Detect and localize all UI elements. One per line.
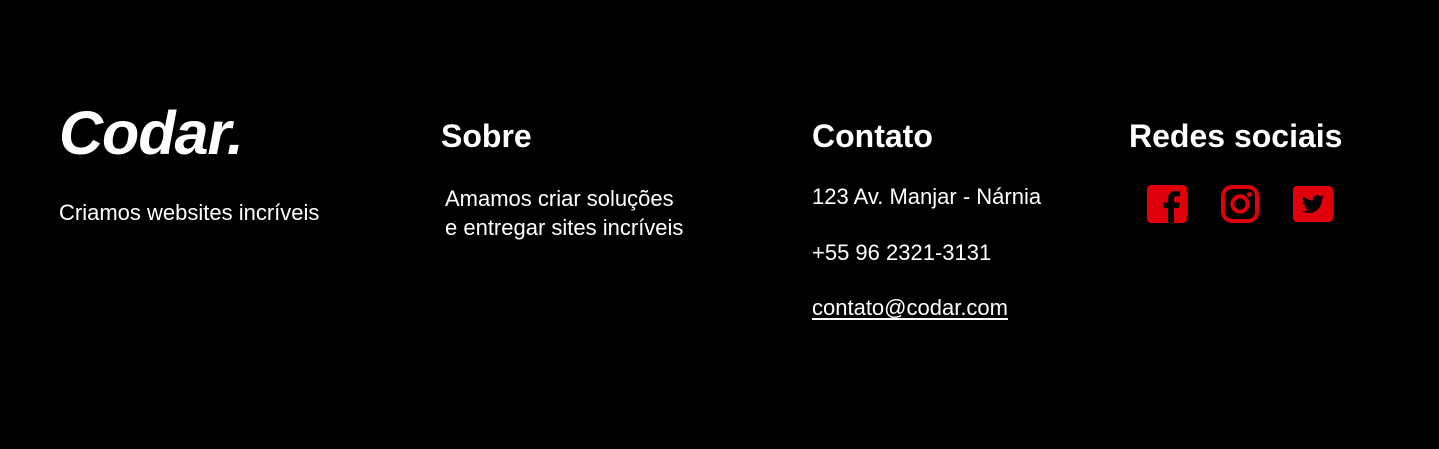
- contact-address: 123 Av. Manjar - Nárnia: [812, 184, 1042, 209]
- contact-heading: Contato: [812, 118, 933, 154]
- about-heading: Sobre: [441, 118, 532, 154]
- brand-tagline: Criamos websites incríveis: [59, 200, 320, 225]
- about-text-line: Amamos criar soluções: [445, 186, 674, 211]
- site-footer: Codar. Criamos websites incríveis Sobre …: [0, 0, 1439, 449]
- about-text-line: e entregar sites incríveis: [445, 215, 684, 240]
- social-heading: Redes sociais: [1129, 118, 1343, 154]
- social-icons: [1147, 184, 1333, 224]
- instagram-icon[interactable]: [1220, 184, 1260, 224]
- contact-phone: +55 96 2321-3131: [812, 240, 992, 265]
- contact-email-link[interactable]: contato@codar.com: [812, 294, 1008, 322]
- about-text: Amamos criar soluções e entregar sites i…: [445, 184, 745, 242]
- facebook-icon[interactable]: [1147, 184, 1187, 224]
- twitter-icon[interactable]: [1293, 184, 1333, 224]
- logo[interactable]: Codar.: [59, 98, 244, 168]
